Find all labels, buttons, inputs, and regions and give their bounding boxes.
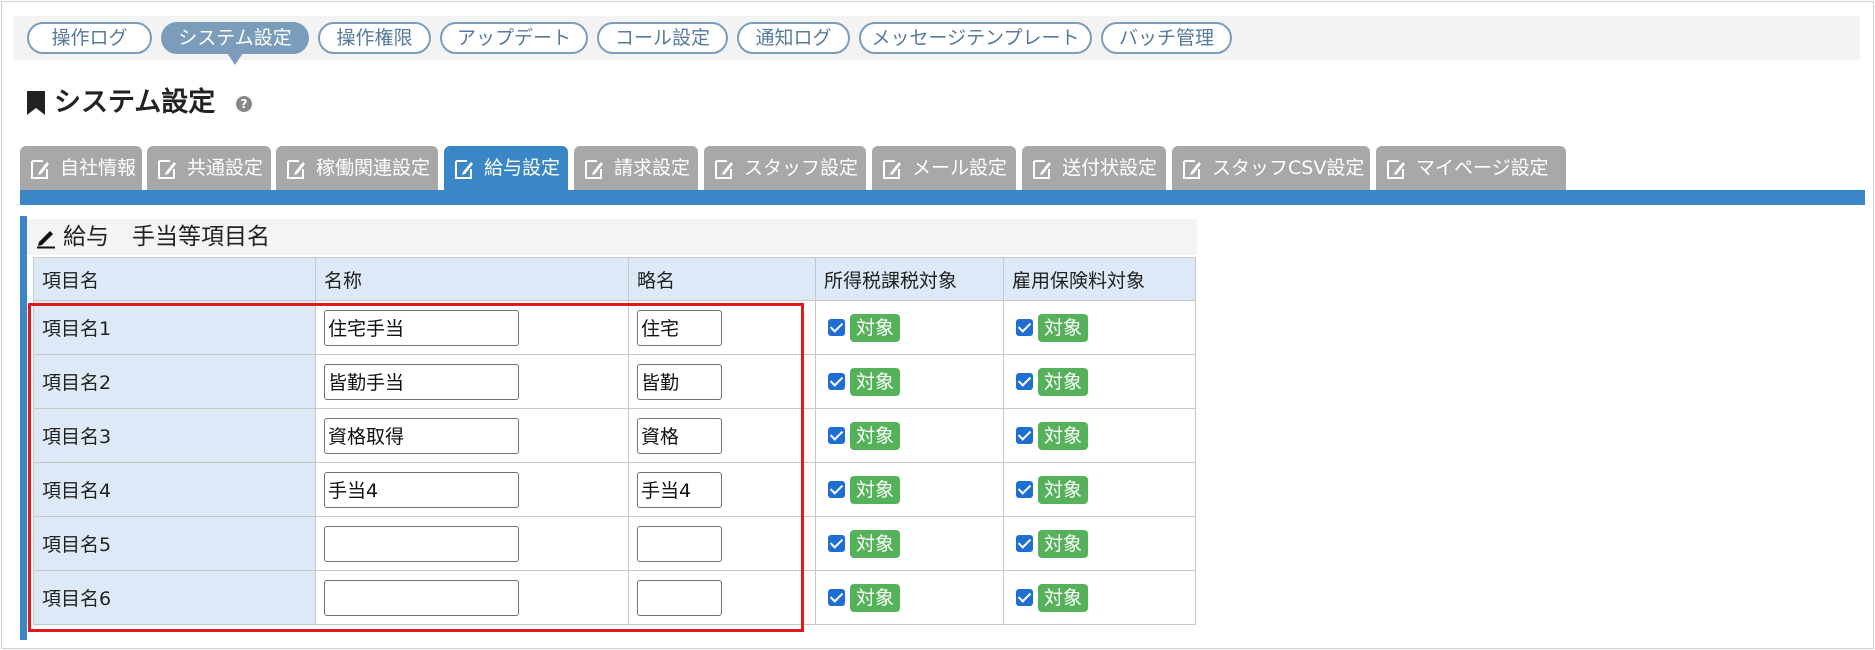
- nav-pill-message-template[interactable]: メッセージテンプレート: [859, 22, 1092, 54]
- tab-label: 自社情報: [60, 157, 137, 179]
- income-tax-cell: 対象: [815, 408, 1004, 463]
- settings-tabs: 自社情報 共通設定 稼働関連設定 給与設定 請求設定 スタッフ設定 メール設定 …: [20, 146, 1865, 192]
- nav-pill-call-settings[interactable]: コール設定: [597, 22, 728, 54]
- question-circle-icon[interactable]: ?: [236, 96, 252, 112]
- highlight-box: [28, 303, 804, 632]
- edit-document-icon: [1033, 160, 1051, 179]
- column-header-income-tax: 所得税課税対象: [815, 257, 1004, 301]
- tab-label: 稼働関連設定: [316, 157, 431, 179]
- edit-document-icon: [1387, 160, 1405, 179]
- target-badge: 対象: [1038, 313, 1089, 342]
- edit-document-icon: [455, 160, 473, 179]
- edit-document-icon: [158, 160, 176, 179]
- edit-document-icon: [1183, 160, 1201, 179]
- tab-common-settings[interactable]: 共通設定: [147, 146, 271, 190]
- edit-document-icon: [585, 160, 603, 179]
- pencil-icon: [37, 231, 55, 249]
- column-header-employment-insurance: 雇用保険料対象: [1003, 257, 1196, 301]
- panel-accent-bar: [20, 216, 27, 640]
- tab-cover-letter-settings[interactable]: 送付状設定: [1022, 146, 1166, 190]
- tab-content-bar: [20, 190, 1865, 205]
- column-header-short-name: 略名: [628, 257, 816, 301]
- income-tax-checkbox[interactable]: [828, 535, 845, 552]
- nav-pill-operation-log[interactable]: 操作ログ: [27, 22, 152, 54]
- target-badge: 対象: [1038, 367, 1089, 396]
- tab-label: メール設定: [912, 157, 1008, 179]
- top-navigation: 操作ログ システム設定 操作権限 アップデート コール設定 通知ログ メッセージ…: [13, 16, 1860, 65]
- target-badge: 対象: [850, 475, 901, 504]
- nav-pill-notification-log[interactable]: 通知ログ: [737, 22, 850, 54]
- tab-salary-settings[interactable]: 給与設定: [444, 146, 568, 190]
- target-badge: 対象: [1038, 583, 1089, 612]
- section-title: 給与 手当等項目名: [63, 224, 270, 250]
- insurance-cell: 対象: [1003, 408, 1196, 463]
- target-badge: 対象: [850, 583, 901, 612]
- tab-label: マイページ設定: [1416, 157, 1549, 179]
- tab-staff-csv-settings[interactable]: スタッフCSV設定: [1172, 146, 1370, 190]
- insurance-checkbox[interactable]: [1016, 535, 1033, 552]
- income-tax-cell: 対象: [815, 354, 1004, 409]
- tab-mail-settings[interactable]: メール設定: [872, 146, 1016, 190]
- tab-label: 送付状設定: [1062, 157, 1158, 179]
- insurance-cell: 対象: [1003, 300, 1196, 355]
- target-badge: 対象: [850, 421, 901, 450]
- tab-mypage-settings[interactable]: マイページ設定: [1376, 146, 1566, 190]
- insurance-checkbox[interactable]: [1016, 589, 1033, 606]
- tab-label: スタッフCSV設定: [1212, 157, 1365, 179]
- target-badge: 対象: [850, 529, 901, 558]
- income-tax-cell: 対象: [815, 300, 1004, 355]
- nav-pill-update[interactable]: アップデート: [440, 22, 588, 54]
- income-tax-checkbox[interactable]: [828, 427, 845, 444]
- tab-work-related-settings[interactable]: 稼働関連設定: [276, 146, 438, 190]
- table-header-row: 項目名 名称 略名 所得税課税対象 雇用保険料対象: [33, 257, 1196, 301]
- income-tax-cell: 対象: [815, 516, 1004, 571]
- column-header-item-name: 項目名: [33, 257, 316, 301]
- income-tax-cell: 対象: [815, 462, 1004, 517]
- column-header-name: 名称: [315, 257, 629, 301]
- tab-label: スタッフ設定: [744, 157, 859, 179]
- nav-pill-operation-permissions[interactable]: 操作権限: [318, 22, 431, 54]
- income-tax-checkbox[interactable]: [828, 589, 845, 606]
- edit-document-icon: [715, 160, 733, 179]
- section-header: 給与 手当等項目名: [27, 219, 1197, 255]
- tab-label: 給与設定: [484, 157, 561, 179]
- tab-label: 共通設定: [187, 157, 264, 179]
- insurance-checkbox[interactable]: [1016, 373, 1033, 390]
- income-tax-checkbox[interactable]: [828, 481, 845, 498]
- insurance-cell: 対象: [1003, 354, 1196, 409]
- insurance-checkbox[interactable]: [1016, 319, 1033, 336]
- nav-pill-system-settings[interactable]: システム設定: [161, 22, 309, 65]
- insurance-cell: 対象: [1003, 516, 1196, 571]
- nav-pill-batch-management[interactable]: バッチ管理: [1101, 22, 1232, 54]
- page-title: システム設定: [54, 87, 216, 118]
- bookmark-icon: [27, 91, 45, 115]
- target-badge: 対象: [1038, 529, 1089, 558]
- income-tax-checkbox[interactable]: [828, 373, 845, 390]
- insurance-cell: 対象: [1003, 570, 1196, 625]
- tab-label: 請求設定: [614, 157, 691, 179]
- insurance-checkbox[interactable]: [1016, 481, 1033, 498]
- edit-document-icon: [883, 160, 901, 179]
- tab-billing-settings[interactable]: 請求設定: [574, 146, 698, 190]
- tab-company-info[interactable]: 自社情報: [20, 146, 142, 190]
- insurance-checkbox[interactable]: [1016, 427, 1033, 444]
- income-tax-checkbox[interactable]: [828, 319, 845, 336]
- edit-document-icon: [287, 160, 305, 179]
- target-badge: 対象: [850, 313, 901, 342]
- income-tax-cell: 対象: [815, 570, 1004, 625]
- target-badge: 対象: [1038, 421, 1089, 450]
- target-badge: 対象: [1038, 475, 1089, 504]
- target-badge: 対象: [850, 367, 901, 396]
- insurance-cell: 対象: [1003, 462, 1196, 517]
- tab-staff-settings[interactable]: スタッフ設定: [704, 146, 866, 190]
- edit-document-icon: [31, 160, 49, 179]
